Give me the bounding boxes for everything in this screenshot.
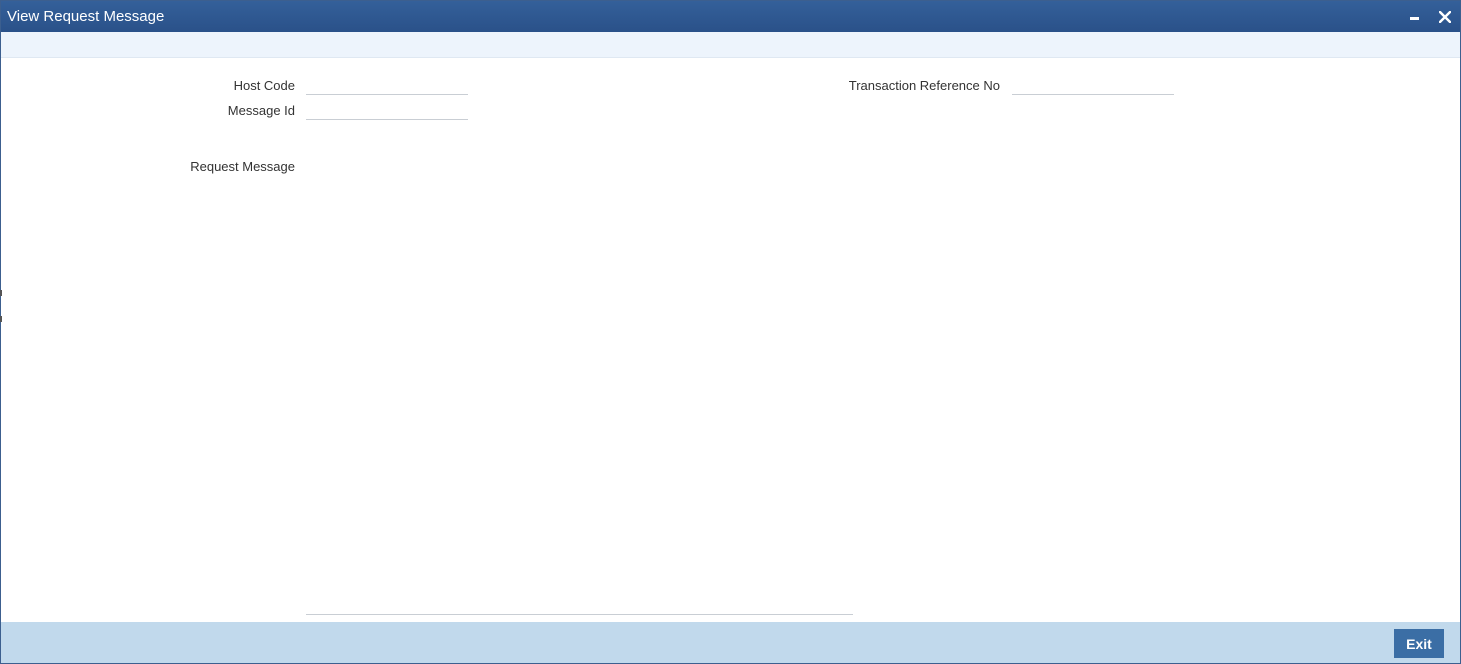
title-bar[interactable]: View Request Message (1, 1, 1460, 32)
close-button[interactable] (1435, 7, 1455, 27)
footer-bar: Exit (1, 622, 1460, 663)
edge-marker (0, 316, 2, 322)
exit-button[interactable]: Exit (1394, 629, 1444, 658)
request-message-textarea[interactable] (306, 157, 853, 615)
host-code-field[interactable] (306, 76, 468, 95)
transaction-reference-label: Transaction Reference No (848, 78, 1000, 93)
request-message-label: Request Message (190, 159, 295, 174)
transaction-reference-field[interactable] (1012, 76, 1174, 95)
toolbar-strip (1, 32, 1460, 58)
edge-marker (0, 290, 2, 296)
minimize-icon (1410, 17, 1419, 20)
message-id-label: Message Id (227, 103, 295, 118)
view-request-message-window: View Request Message Host Code Message I… (0, 0, 1461, 664)
close-icon (1439, 11, 1451, 23)
window-title: View Request Message (7, 8, 165, 25)
message-id-field[interactable] (306, 101, 468, 120)
host-code-label: Host Code (233, 78, 295, 93)
minimize-button[interactable] (1404, 7, 1424, 27)
